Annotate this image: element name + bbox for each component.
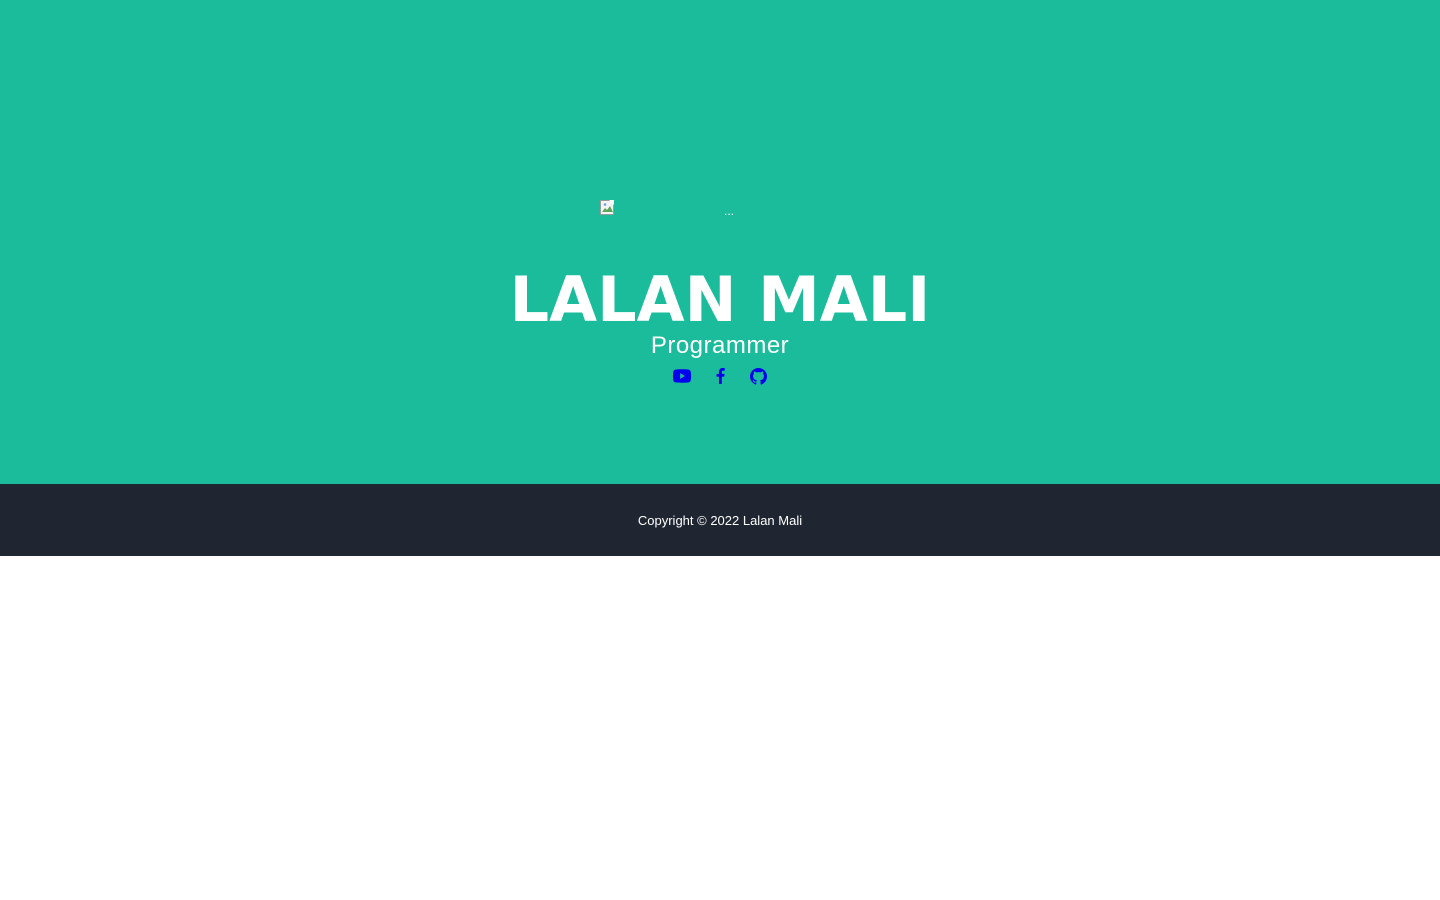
facebook-icon bbox=[716, 368, 725, 384]
broken-image-icon bbox=[600, 200, 614, 215]
masthead: ... LALAN MALI Programmer bbox=[0, 0, 1440, 484]
github-icon bbox=[749, 367, 767, 385]
github-link[interactable] bbox=[749, 366, 767, 386]
facebook-link[interactable] bbox=[711, 366, 729, 386]
copyright-text: Copyright © 2022 Lalan Mali bbox=[637, 512, 803, 528]
avatar-alt-text: ... bbox=[724, 204, 735, 218]
youtube-link[interactable] bbox=[673, 366, 691, 386]
avatar-image: ... bbox=[600, 200, 840, 230]
footer: Copyright © 2022 Lalan Mali bbox=[0, 484, 1440, 556]
masthead-subheading: Programmer bbox=[650, 332, 790, 359]
social-links bbox=[0, 366, 1440, 386]
masthead-heading: LALAN MALI bbox=[509, 263, 931, 336]
youtube-icon bbox=[673, 369, 691, 383]
